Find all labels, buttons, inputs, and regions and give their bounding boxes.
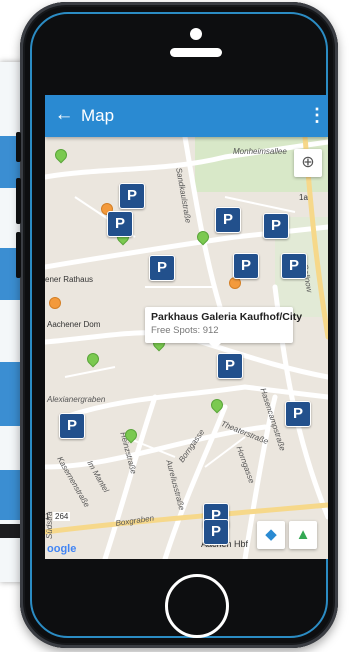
overflow-menu-button[interactable]: ⋮ — [308, 105, 326, 127]
volume-down-button — [16, 232, 21, 278]
parking-marker[interactable]: P — [203, 519, 229, 545]
app-bar: ← Map ⋮ — [45, 95, 328, 137]
directions-icon: ◆ — [265, 526, 277, 543]
street-label: Alexianergraben — [47, 395, 106, 404]
parking-marker[interactable]: P — [263, 213, 289, 239]
street-label: Monheimsallee — [233, 147, 287, 156]
open-google-maps-button[interactable]: ▲ — [289, 521, 317, 549]
more-vert-icon: ⋮ — [308, 105, 326, 125]
road-number: 264 — [53, 512, 71, 521]
page-title: Map — [81, 106, 115, 125]
parking-marker[interactable]: P — [149, 255, 175, 281]
mute-switch — [16, 132, 21, 162]
google-maps-icon: ▲ — [295, 526, 311, 543]
back-button[interactable]: ← — [53, 104, 75, 126]
parking-marker[interactable]: P — [59, 413, 85, 439]
poi-pin[interactable] — [49, 297, 61, 309]
volume-up-button — [16, 178, 21, 224]
parking-marker[interactable]: P — [281, 253, 307, 279]
my-location-button[interactable]: ⊕ — [294, 149, 322, 177]
info-window[interactable]: Parkhaus Galeria Kaufhof/City Free Spots… — [145, 307, 303, 349]
info-window-subtitle: Free Spots: 912 — [151, 325, 219, 336]
info-window-title: Parkhaus Galeria Kaufhof/City — [151, 311, 303, 323]
parking-marker[interactable]: P — [119, 183, 145, 209]
street-label: Südstra — [45, 511, 54, 539]
parking-marker[interactable]: P — [107, 211, 133, 237]
road-number: 1a — [299, 193, 308, 202]
arrow-left-icon: ← — [54, 104, 74, 125]
earpiece-speaker — [170, 48, 222, 57]
home-button[interactable] — [165, 574, 229, 638]
my-location-icon: ⊕ — [301, 154, 315, 171]
parking-marker[interactable]: P — [215, 207, 241, 233]
parking-marker[interactable]: P — [233, 253, 259, 279]
parking-marker[interactable]: P — [285, 401, 311, 427]
map-view[interactable]: Monheimsallee Sandkaulstraße ener Rathau… — [45, 137, 328, 559]
place-label: ener Rathaus — [45, 275, 94, 284]
parking-marker[interactable]: P — [217, 353, 243, 379]
google-logo: oogle — [47, 543, 76, 555]
phone-screen: ← Map ⋮ Monheimsallee Sandkaulstraße ene… — [45, 95, 328, 559]
place-label: Aachener Dom — [47, 320, 101, 329]
front-camera — [190, 28, 202, 40]
google-logo-text: oogle — [47, 543, 77, 555]
directions-button[interactable]: ◆ — [257, 521, 285, 549]
